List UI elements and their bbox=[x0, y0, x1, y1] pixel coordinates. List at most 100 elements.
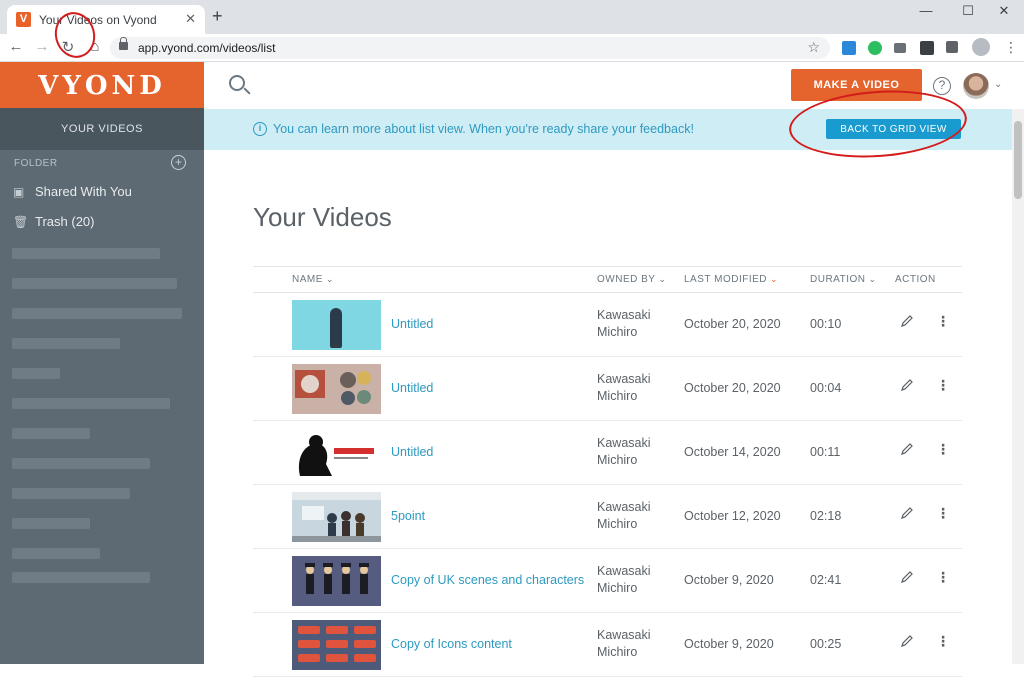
pencil-icon[interactable] bbox=[900, 314, 914, 328]
page-scrollbar[interactable] bbox=[1012, 109, 1024, 664]
video-modified: October 14, 2020 bbox=[684, 445, 781, 459]
tab-close-icon[interactable]: ✕ bbox=[185, 11, 196, 27]
evernote-icon[interactable] bbox=[868, 41, 882, 55]
puzzle-icon[interactable] bbox=[946, 41, 958, 53]
column-last-modified[interactable]: LAST MODIFIED ⌄ bbox=[684, 274, 778, 285]
table-row[interactable]: Copy of UK scenes and characters Kawasak… bbox=[253, 549, 962, 613]
video-owner: Kawasaki Michiro bbox=[597, 372, 651, 403]
trash-icon: 🗑 bbox=[13, 215, 29, 229]
more-options-icon[interactable]: ⋮ bbox=[936, 505, 950, 522]
more-options-icon[interactable]: ⋮ bbox=[936, 441, 950, 458]
more-options-icon[interactable]: ⋮ bbox=[936, 569, 950, 586]
video-thumbnail[interactable] bbox=[292, 428, 381, 478]
sidebar-item-shared[interactable]: ▣ Shared With You bbox=[13, 184, 132, 204]
chevron-down-icon[interactable]: ⌄ bbox=[994, 79, 1002, 90]
video-modified: October 20, 2020 bbox=[684, 317, 781, 331]
sidebar-item-trash[interactable]: 🗑 Trash (20) bbox=[13, 214, 94, 234]
url-text[interactable]: app.vyond.com/videos/list bbox=[138, 41, 275, 55]
video-thumbnail[interactable] bbox=[292, 556, 381, 606]
video-owner: Kawasaki Michiro bbox=[597, 436, 651, 467]
blurred-folder[interactable] bbox=[12, 308, 182, 319]
lock-icon bbox=[119, 37, 128, 50]
column-name[interactable]: NAME ⌄ bbox=[292, 274, 334, 285]
table-row[interactable]: Untitled Kawasaki Michiro October 20, 20… bbox=[253, 293, 962, 357]
window-close-button[interactable]: ✕ bbox=[982, 3, 1024, 19]
window-minimize-button[interactable]: — bbox=[904, 3, 948, 18]
column-duration[interactable]: DURATION ⌄ bbox=[810, 274, 877, 285]
blurred-folder[interactable] bbox=[12, 518, 90, 529]
blurred-folder[interactable] bbox=[12, 278, 177, 289]
info-icon: i bbox=[253, 122, 267, 136]
pencil-icon[interactable] bbox=[900, 506, 914, 520]
blurred-folder[interactable] bbox=[12, 572, 150, 583]
more-options-icon[interactable]: ⋮ bbox=[936, 377, 950, 394]
table-row[interactable]: Copy of Icons content Kawasaki Michiro O… bbox=[253, 613, 962, 677]
column-action: ACTION bbox=[895, 274, 936, 285]
video-thumbnail[interactable] bbox=[292, 492, 381, 542]
search-icon[interactable] bbox=[229, 75, 245, 91]
video-duration: 00:11 bbox=[810, 445, 841, 459]
video-name-link[interactable]: Untitled bbox=[391, 445, 433, 459]
new-tab-button[interactable]: + bbox=[212, 6, 223, 27]
blurred-folder[interactable] bbox=[12, 458, 150, 469]
browser-toolbar: ← → ↻ ⌂ app.vyond.com/videos/list ☆ bbox=[0, 34, 1024, 62]
vyond-favicon-icon: V bbox=[16, 12, 31, 27]
pencil-icon[interactable] bbox=[900, 634, 914, 648]
pencil-icon[interactable] bbox=[900, 442, 914, 456]
video-thumbnail[interactable] bbox=[292, 364, 381, 414]
video-thumbnail[interactable] bbox=[292, 300, 381, 350]
video-owner: Kawasaki Michiro bbox=[597, 628, 651, 659]
address-bar[interactable]: app.vyond.com/videos/list ☆ bbox=[110, 37, 830, 59]
logo-text: VYOND bbox=[38, 71, 166, 101]
video-name-link[interactable]: 5point bbox=[391, 509, 425, 523]
blurred-folder[interactable] bbox=[12, 368, 60, 379]
video-owner: Kawasaki Michiro bbox=[597, 308, 651, 339]
blurred-folder[interactable] bbox=[12, 548, 100, 559]
scrollbar-thumb[interactable] bbox=[1014, 121, 1022, 199]
column-owned-by[interactable]: OWNED BY ⌄ bbox=[597, 274, 667, 285]
blurred-folder[interactable] bbox=[12, 488, 130, 499]
sidebar: VYOND YOUR VIDEOS FOLDER + ▣ Shared With … bbox=[0, 62, 204, 664]
video-name-link[interactable]: Copy of Icons content bbox=[391, 637, 512, 651]
pencil-icon[interactable] bbox=[900, 570, 914, 584]
vyond-logo[interactable]: VYOND bbox=[0, 62, 204, 108]
browser-profile-icon[interactable] bbox=[972, 38, 990, 56]
blurred-folder[interactable] bbox=[12, 428, 90, 439]
back-arrow-icon[interactable]: ← bbox=[6, 38, 26, 55]
avatar[interactable] bbox=[963, 73, 989, 99]
camera-icon[interactable] bbox=[894, 43, 906, 53]
folder-heading: FOLDER bbox=[14, 158, 58, 169]
table-row[interactable]: 5point Kawasaki Michiro October 12, 2020… bbox=[253, 485, 962, 549]
sidebar-item-label: Shared With You bbox=[35, 184, 132, 199]
browser-tab-strip: V Your Videos on Vyond ✕ + — ☐ ✕ bbox=[0, 0, 1024, 34]
blurred-folder[interactable] bbox=[12, 398, 170, 409]
sidebar-item-label: Trash (20) bbox=[35, 214, 95, 229]
extension-icon[interactable] bbox=[920, 41, 934, 55]
help-icon[interactable]: ? bbox=[933, 77, 951, 95]
video-name-link[interactable]: Copy of UK scenes and characters bbox=[391, 573, 584, 587]
extension-icon[interactable] bbox=[842, 41, 856, 55]
video-thumbnail[interactable] bbox=[292, 620, 381, 670]
browser-tab[interactable]: V Your Videos on Vyond ✕ bbox=[7, 5, 205, 34]
video-name-link[interactable]: Untitled bbox=[391, 381, 433, 395]
browser-menu-icon[interactable]: ⋮ bbox=[1004, 39, 1018, 56]
video-modified: October 9, 2020 bbox=[684, 573, 774, 587]
more-options-icon[interactable]: ⋮ bbox=[936, 633, 950, 650]
video-duration: 00:25 bbox=[810, 637, 842, 651]
blurred-folder[interactable] bbox=[12, 248, 160, 259]
blurred-folder[interactable] bbox=[12, 338, 120, 349]
more-options-icon[interactable]: ⋮ bbox=[936, 313, 950, 330]
add-folder-icon[interactable]: + bbox=[171, 155, 186, 170]
forward-arrow-icon[interactable]: → bbox=[32, 38, 52, 55]
video-owner: Kawasaki Michiro bbox=[597, 500, 651, 531]
tab-your-videos[interactable]: YOUR VIDEOS bbox=[0, 108, 204, 150]
pencil-icon[interactable] bbox=[900, 378, 914, 392]
bookmark-star-icon[interactable]: ☆ bbox=[807, 39, 820, 56]
video-modified: October 9, 2020 bbox=[684, 637, 774, 651]
table-row[interactable]: Untitled Kawasaki Michiro October 20, 20… bbox=[253, 357, 962, 421]
page-title: Your Videos bbox=[253, 202, 392, 232]
video-name-link[interactable]: Untitled bbox=[391, 317, 433, 331]
video-duration: 02:18 bbox=[810, 509, 842, 523]
table-row[interactable]: Untitled Kawasaki Michiro October 14, 20… bbox=[253, 421, 962, 485]
video-modified: October 20, 2020 bbox=[684, 381, 781, 395]
